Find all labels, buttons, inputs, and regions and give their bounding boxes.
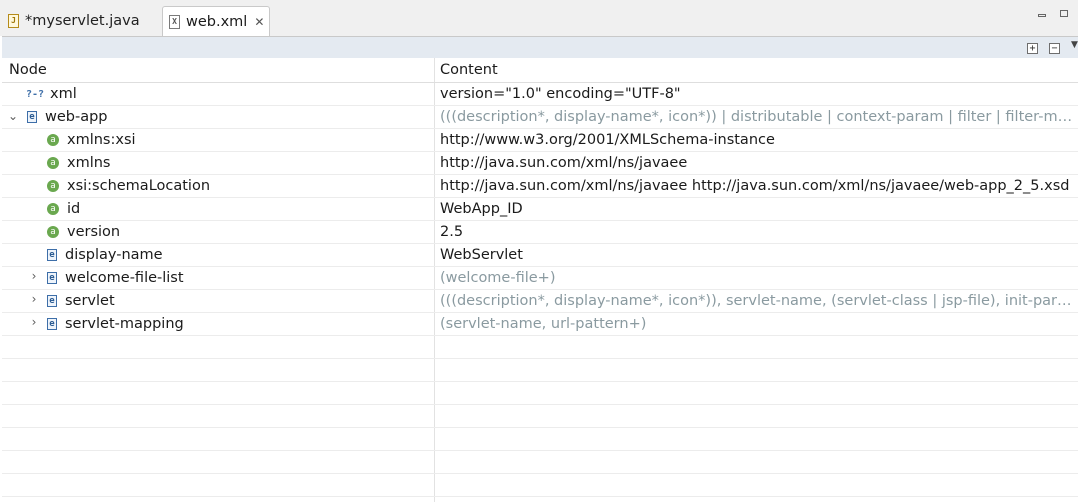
empty-row [2, 474, 1078, 497]
node-content: (((description*, display-name*, icon*)) … [440, 109, 1076, 125]
header-node[interactable]: Node [9, 62, 47, 78]
chevron-right-icon[interactable]: › [29, 292, 39, 306]
minimize-icon[interactable] [1038, 14, 1046, 17]
node-content: (((description*, display-name*, icon*)),… [440, 293, 1076, 309]
node-content: http://java.sun.com/xml/ns/javaee http:/… [440, 178, 1070, 194]
node-content: WebServlet [440, 247, 523, 263]
table-row[interactable]: › e servlet-mapping (servlet-name, url-p… [2, 313, 1078, 336]
node-name: servlet-mapping [65, 316, 184, 332]
table-row[interactable]: a id WebApp_ID [2, 198, 1078, 221]
node-content: 2.5 [440, 224, 464, 240]
attribute-icon: a [47, 180, 59, 192]
chevron-down-icon[interactable]: ⌄ [8, 109, 18, 123]
design-view-toolbar: + − ▼ [2, 36, 1078, 58]
tab-label: web.xml [186, 14, 248, 30]
node-name: servlet [65, 293, 115, 309]
element-icon: e [47, 295, 57, 307]
table-row[interactable]: ⌄ e web-app (((description*, display-nam… [2, 106, 1078, 129]
tab-label: *myservlet.java [25, 13, 140, 29]
expand-all-icon[interactable]: + [1027, 43, 1038, 54]
empty-row [2, 336, 1078, 359]
table-row[interactable]: a xmlns:xsi http://www.w3.org/2001/XMLSc… [2, 129, 1078, 152]
node-content: (servlet-name, url-pattern+) [440, 316, 647, 332]
node-name: xsi:schemaLocation [67, 178, 211, 194]
element-icon: e [27, 111, 37, 123]
attribute-icon: a [47, 203, 59, 215]
empty-row [2, 405, 1078, 428]
empty-row [2, 451, 1078, 474]
view-menu-icon[interactable]: ▼ [1071, 40, 1078, 50]
xml-file-icon: X [169, 15, 180, 29]
processing-instruction-icon: ?-? [26, 88, 45, 100]
node-name: web-app [45, 109, 108, 125]
node-content: (welcome-file+) [440, 270, 556, 286]
empty-row [2, 428, 1078, 451]
node-content: http://java.sun.com/xml/ns/javaee [440, 155, 688, 171]
node-name: welcome-file-list [65, 270, 184, 286]
maximize-icon[interactable] [1060, 10, 1068, 17]
element-icon: e [47, 318, 57, 330]
table-row[interactable]: a version 2.5 [2, 221, 1078, 244]
node-name: display-name [65, 247, 163, 263]
element-icon: e [47, 272, 57, 284]
close-icon[interactable]: ✕ [254, 15, 264, 29]
table-row[interactable]: e display-name WebServlet [2, 244, 1078, 267]
empty-row [2, 359, 1078, 382]
tab-web-xml[interactable]: X web.xml ✕ [162, 6, 270, 37]
node-name: xmlns [67, 155, 111, 171]
attribute-icon: a [47, 134, 59, 146]
header-content[interactable]: Content [440, 62, 498, 78]
table-header: Node Content [2, 58, 1078, 83]
node-name: id [67, 201, 81, 217]
element-icon: e [47, 249, 57, 261]
chevron-right-icon[interactable]: › [29, 315, 39, 329]
node-name: xmlns:xsi [67, 132, 136, 148]
node-content: version="1.0" encoding="UTF-8" [440, 86, 681, 102]
collapse-all-icon[interactable]: − [1049, 43, 1060, 54]
table-row[interactable]: a xmlns http://java.sun.com/xml/ns/javae… [2, 152, 1078, 175]
node-content: http://www.w3.org/2001/XMLSchema-instanc… [440, 132, 775, 148]
table-row[interactable]: ?-? xml version="1.0" encoding="UTF-8" [2, 83, 1078, 106]
node-content: WebApp_ID [440, 201, 523, 217]
node-name: version [67, 224, 121, 240]
xml-design-tree-table: Node Content ?-? xml version="1.0" encod… [2, 58, 1078, 502]
editor-tab-bar: J *myservlet.java X web.xml ✕ [0, 0, 1078, 37]
java-file-icon: J [8, 14, 19, 28]
table-row[interactable]: › e servlet (((description*, display-nam… [2, 290, 1078, 313]
table-row[interactable]: › e welcome-file-list (welcome-file+) [2, 267, 1078, 290]
empty-row [2, 382, 1078, 405]
attribute-icon: a [47, 226, 59, 238]
chevron-right-icon[interactable]: › [29, 269, 39, 283]
tab-myservlet-java[interactable]: J *myservlet.java [0, 6, 160, 36]
table-row[interactable]: a xsi:schemaLocation http://java.sun.com… [2, 175, 1078, 198]
node-name: xml [50, 86, 77, 102]
attribute-icon: a [47, 157, 59, 169]
